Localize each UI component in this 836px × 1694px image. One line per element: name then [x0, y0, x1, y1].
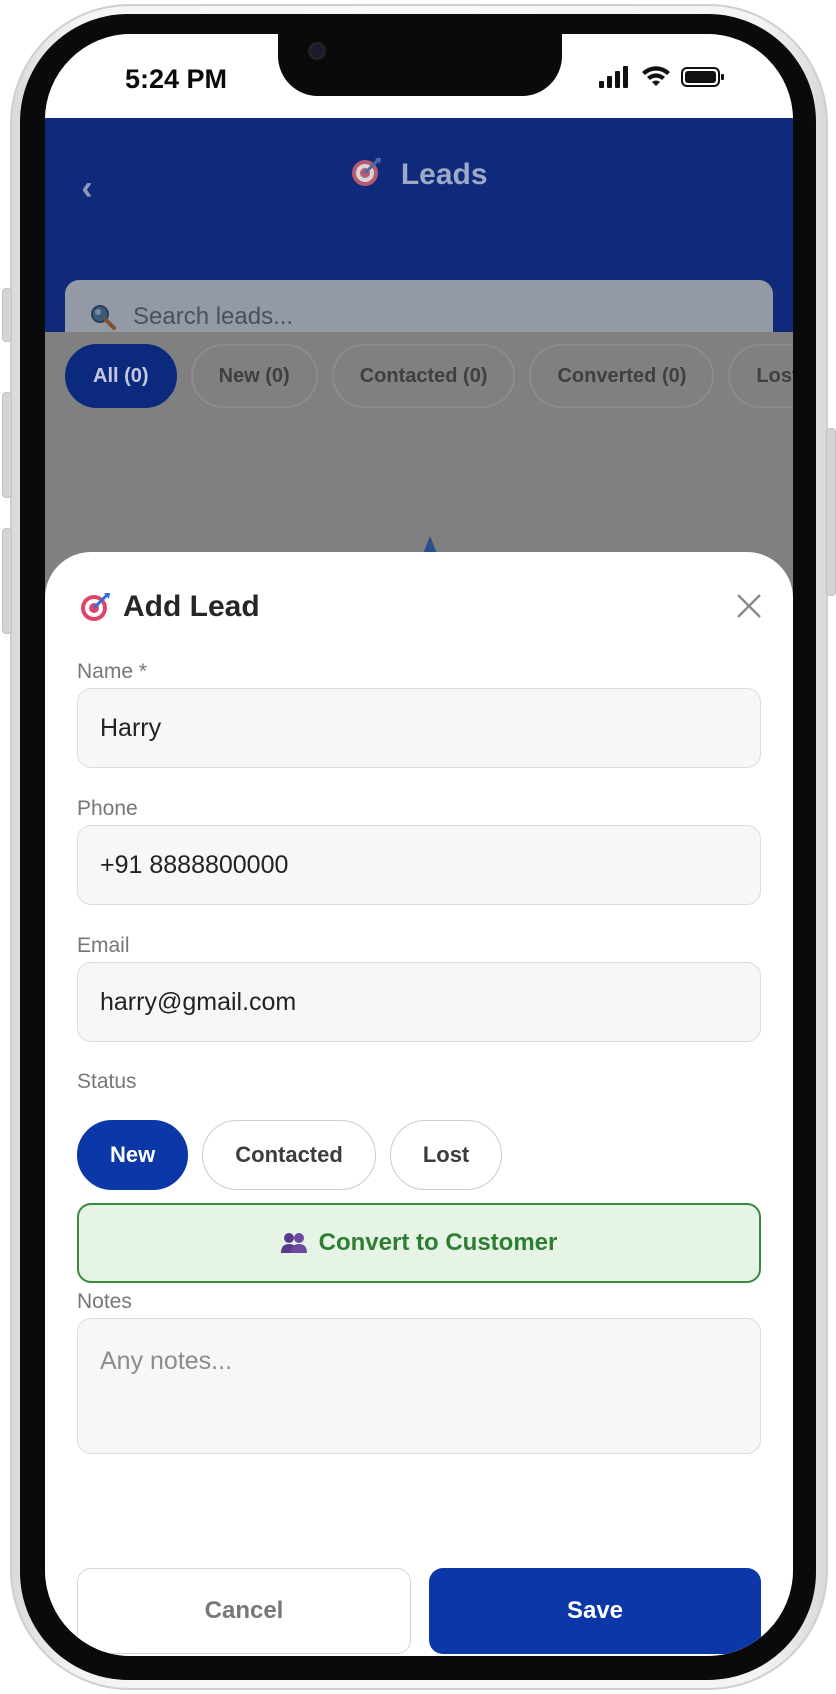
screen: 5:24 PM ‹ Leads Search leads... All (0) … — [45, 34, 793, 1656]
filter-chip-all[interactable]: All (0) — [65, 344, 177, 408]
status-label: Status — [77, 1070, 137, 1093]
filter-chip-new[interactable]: New (0) — [190, 344, 318, 408]
status-bar: 5:24 PM — [45, 34, 793, 118]
action-buttons: Cancel Save — [77, 1568, 761, 1654]
phone-field[interactable] — [77, 825, 761, 905]
mute-switch — [2, 288, 12, 342]
filter-chip-converted[interactable]: Converted (0) — [529, 344, 715, 408]
header-title-text: Leads — [400, 157, 488, 191]
phone-label: Phone — [77, 797, 138, 820]
volume-up-button — [2, 392, 12, 498]
notch — [278, 34, 562, 96]
page-title: Leads — [45, 156, 793, 196]
status-time: 5:24 PM — [125, 64, 228, 94]
notes-input[interactable] — [100, 1319, 760, 1453]
app-header: ‹ Leads — [45, 118, 793, 354]
volume-down-button — [2, 528, 12, 634]
status-options: New Contacted Lost — [77, 1120, 503, 1190]
name-label: Name * — [77, 660, 148, 683]
convert-label: Convert to Customer — [318, 1229, 558, 1256]
signal-icon — [599, 66, 628, 88]
search-input[interactable] — [133, 303, 733, 331]
filter-chip-lost[interactable]: Lost ( — [728, 344, 793, 408]
notes-label: Notes — [77, 1290, 132, 1313]
wifi-icon — [642, 66, 670, 86]
target-icon — [350, 156, 382, 196]
battery-icon — [681, 67, 724, 87]
sheet-title-text: Add Lead — [123, 590, 260, 623]
filter-chips: All (0) New (0) Contacted (0) Converted … — [65, 344, 793, 408]
add-lead-sheet: Add Lead Name * Phone Email Status New C… — [45, 552, 793, 1656]
phone-input[interactable] — [100, 850, 760, 880]
target-icon — [81, 593, 110, 621]
convert-to-customer-button[interactable]: Convert to Customer — [77, 1203, 761, 1283]
users-icon — [280, 1233, 307, 1253]
cancel-button[interactable]: Cancel — [77, 1568, 411, 1654]
email-field[interactable] — [77, 962, 761, 1042]
camera — [308, 42, 326, 60]
power-button — [826, 428, 836, 596]
sheet-title: Add Lead — [79, 590, 260, 624]
status-option-contacted[interactable]: Contacted — [202, 1120, 376, 1190]
search-icon — [91, 305, 116, 330]
name-input[interactable] — [100, 713, 760, 743]
status-icons — [599, 66, 725, 88]
close-icon[interactable] — [733, 590, 765, 622]
email-label: Email — [77, 934, 130, 957]
name-field[interactable] — [77, 688, 761, 768]
notes-field[interactable] — [77, 1318, 761, 1454]
filter-chip-contacted[interactable]: Contacted (0) — [331, 344, 516, 408]
save-button[interactable]: Save — [429, 1568, 761, 1654]
status-option-lost[interactable]: Lost — [389, 1120, 503, 1190]
status-option-new[interactable]: New — [77, 1120, 189, 1190]
email-input[interactable] — [100, 987, 760, 1017]
